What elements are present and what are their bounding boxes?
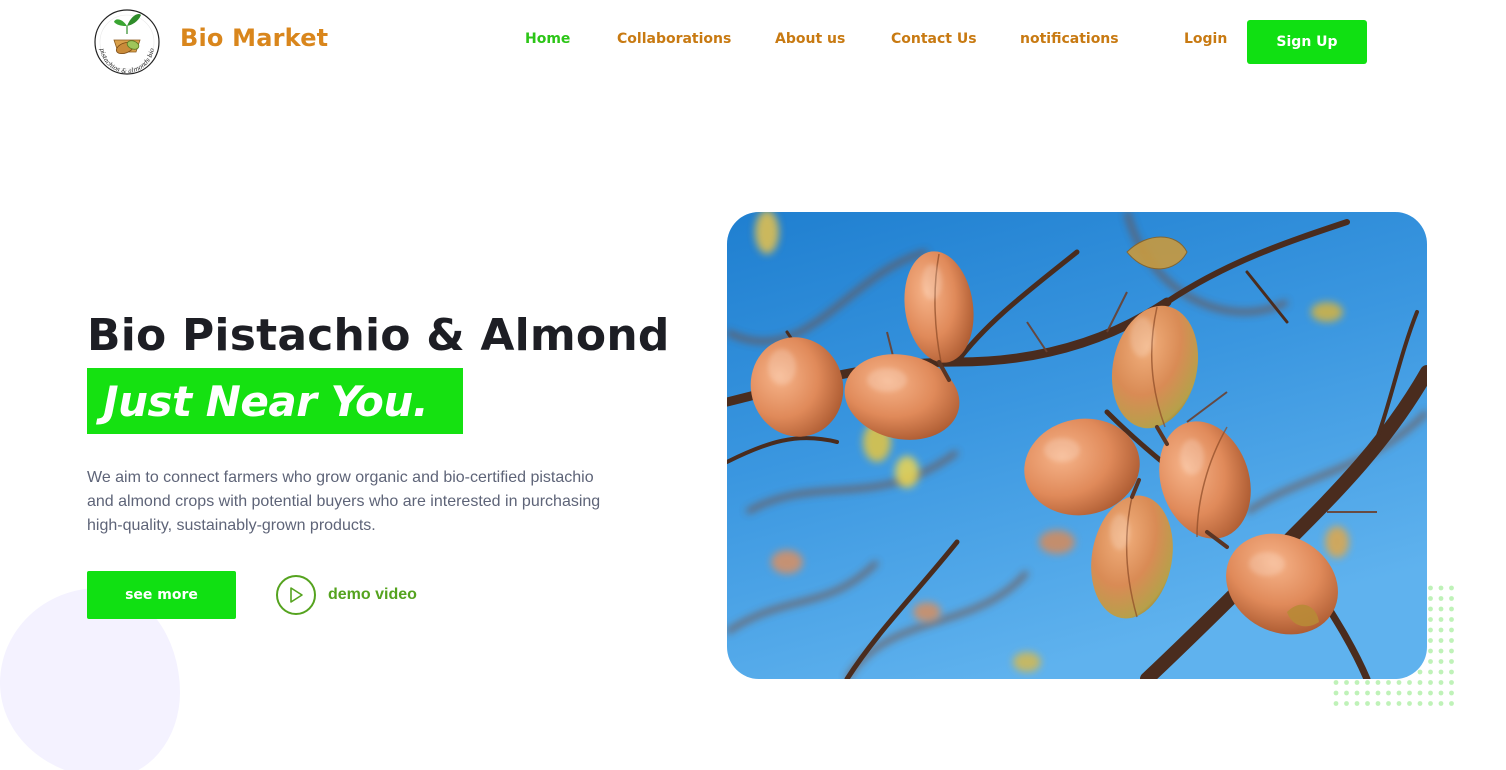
landing-page: pistachios & almonds bio Bio Market Home… — [0, 0, 1506, 770]
demo-video-label[interactable]: demo video — [328, 586, 417, 604]
nav-home[interactable]: Home — [525, 31, 570, 47]
hero-image — [727, 212, 1427, 679]
nav-about-us[interactable]: About us — [775, 31, 845, 47]
almond-tree-photo — [727, 212, 1427, 679]
hero-highlight-text: Just Near You. — [103, 376, 429, 426]
nav-contact-us[interactable]: Contact Us — [891, 31, 977, 47]
play-icon[interactable] — [276, 575, 316, 615]
see-more-button[interactable]: see more — [87, 571, 236, 619]
hero-highlight-banner: Just Near You. — [87, 368, 463, 434]
brand-logo[interactable]: pistachios & almonds bio — [88, 4, 166, 76]
brand-name[interactable]: Bio Market — [180, 24, 328, 52]
nav-notifications[interactable]: notifications — [1020, 31, 1119, 47]
demo-video-button[interactable]: demo video — [276, 573, 417, 617]
nav-collaborations[interactable]: Collaborations — [617, 31, 731, 47]
hero-description: We aim to connect farmers who grow organ… — [87, 469, 601, 534]
hero-title: Bio Pistachio & Almond — [87, 310, 670, 361]
sign-up-button[interactable]: Sign Up — [1247, 20, 1367, 64]
login-link[interactable]: Login — [1184, 31, 1227, 47]
